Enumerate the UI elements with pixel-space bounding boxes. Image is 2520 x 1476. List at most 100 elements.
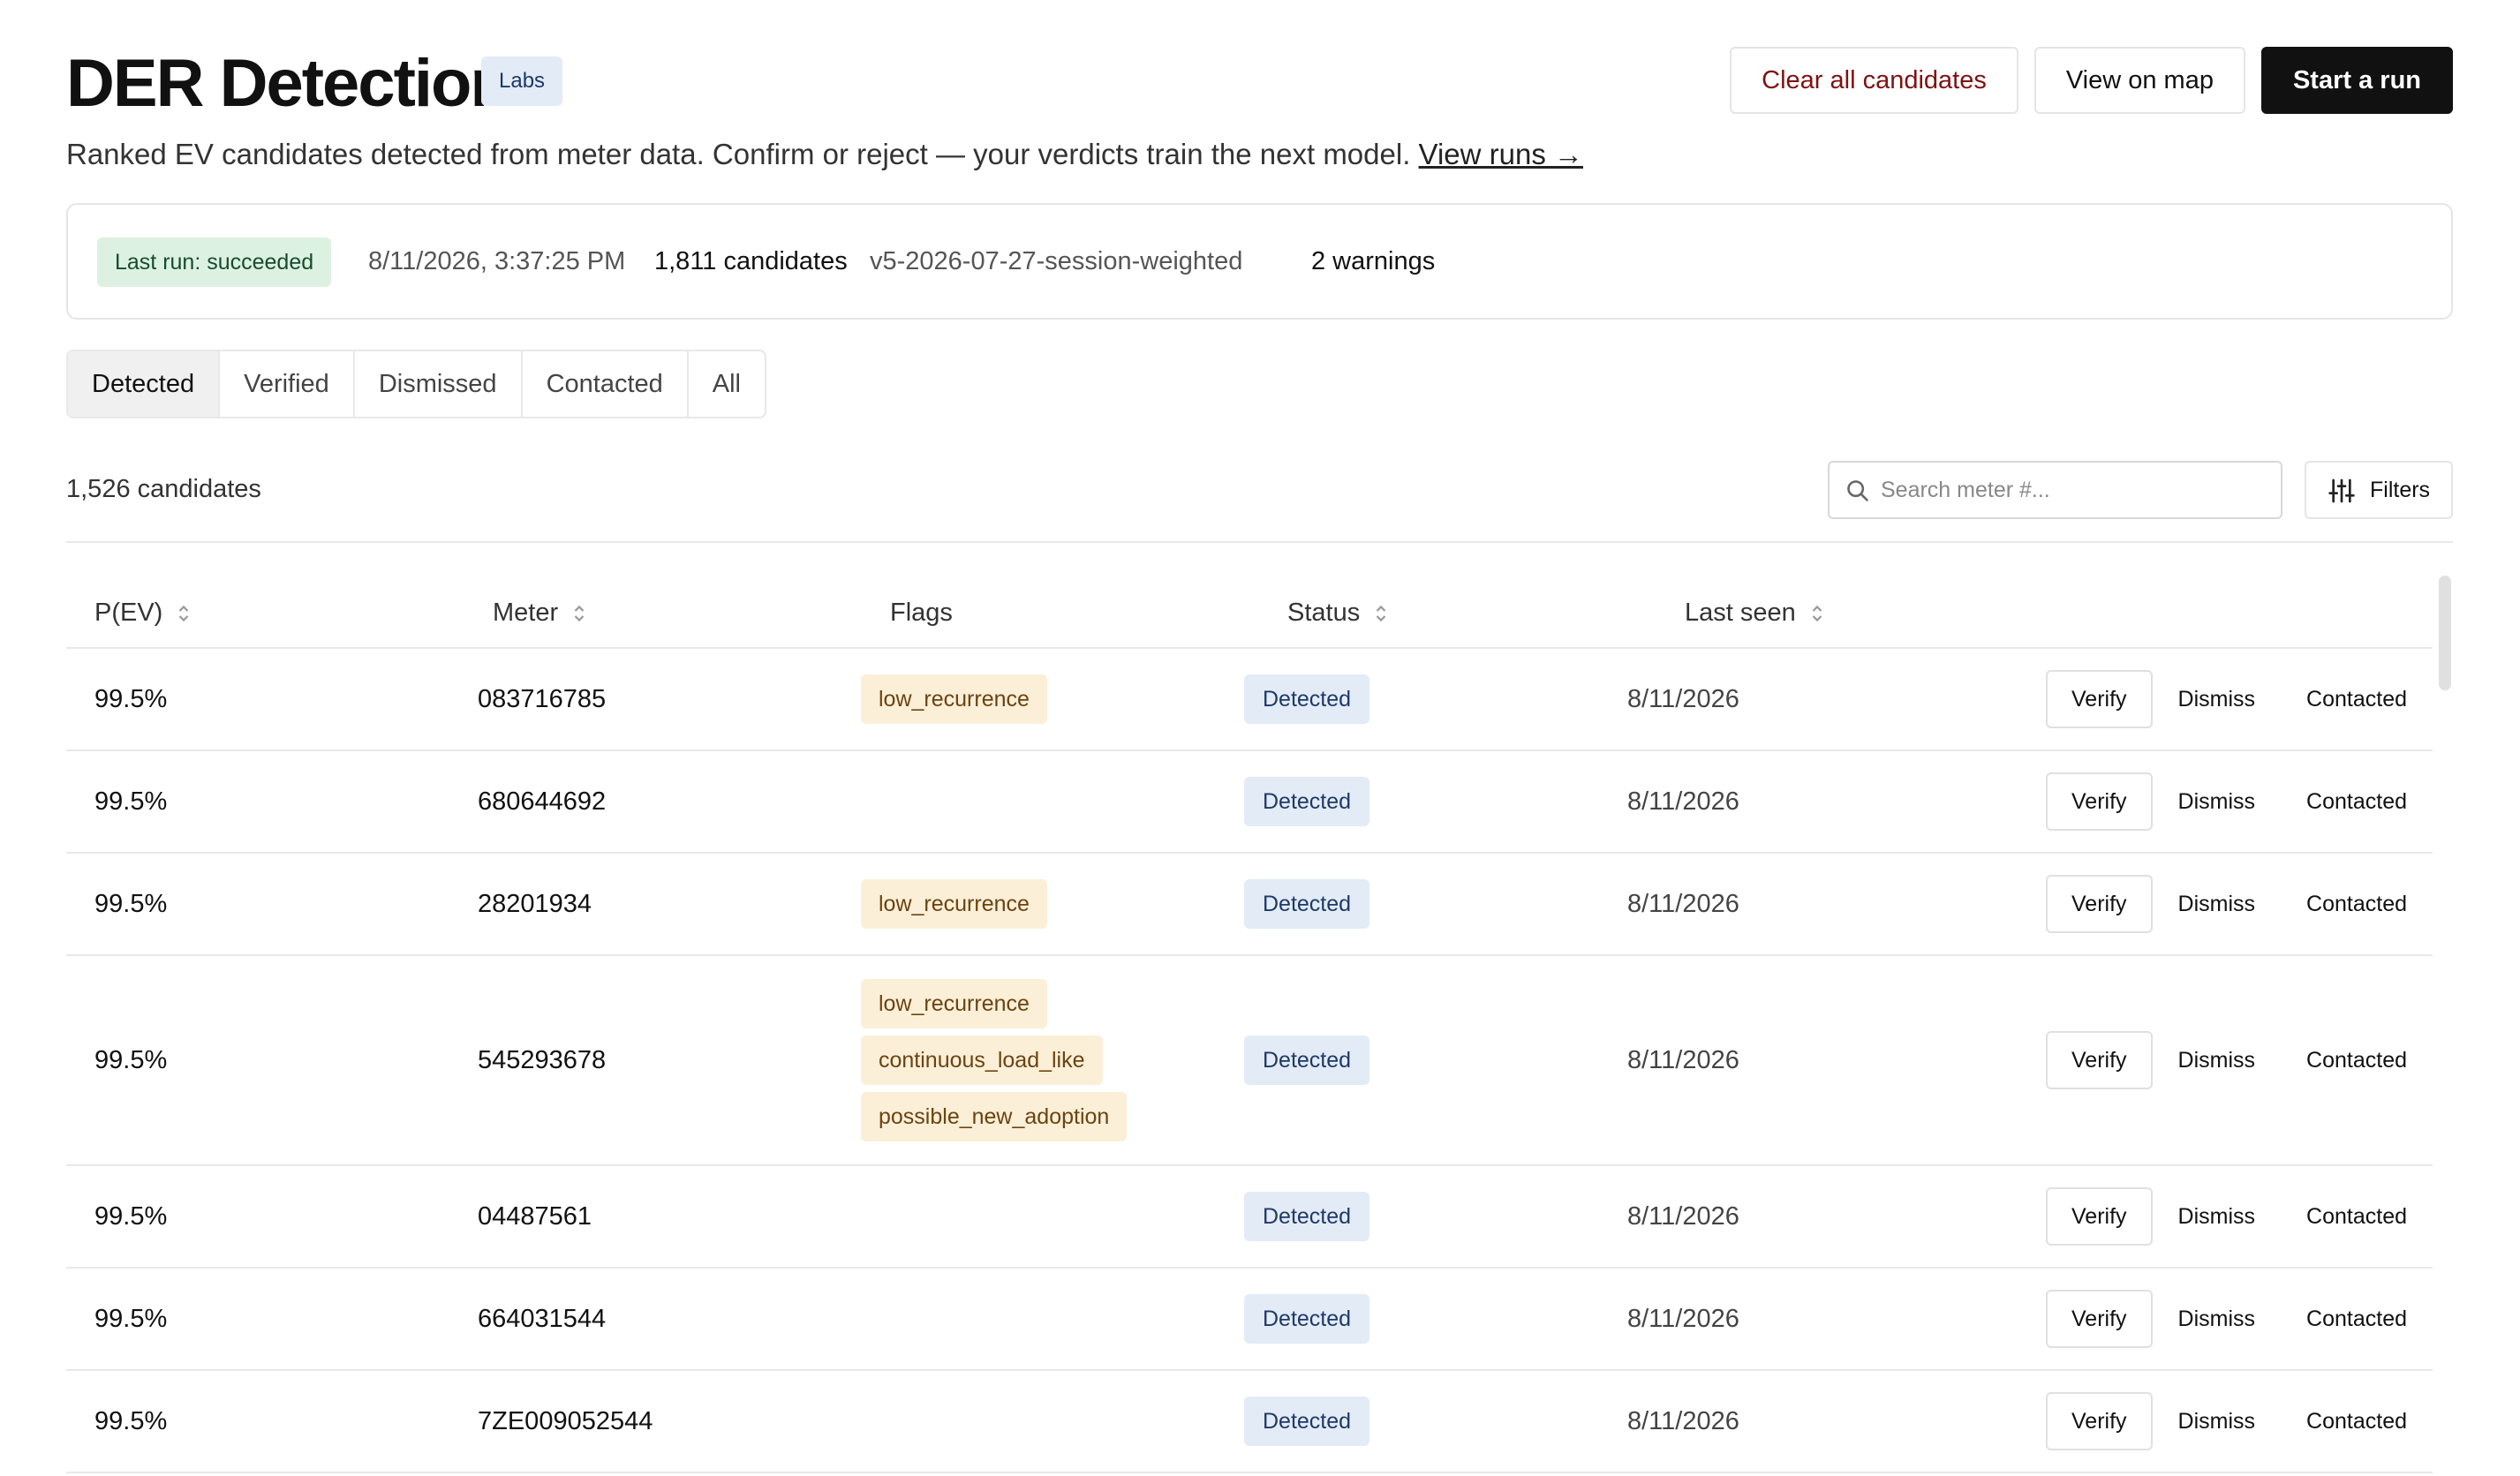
search-input[interactable] [1881, 463, 2269, 517]
last-seen-cell: 8/11/2026 [1627, 787, 1739, 816]
sort-icon [574, 606, 585, 622]
table-row: 99.5% 664031544 Detected 8/11/2026 Verify Dis… [66, 1269, 2433, 1371]
dismiss-button[interactable]: Dismiss [2153, 1187, 2282, 1246]
status-badge: Detected [1244, 1294, 1370, 1344]
search-icon [1847, 480, 1868, 501]
verify-button[interactable]: Verify [2046, 772, 2153, 831]
page-subtitle: Ranked EV candidates detected from meter… [66, 132, 1583, 177]
p-ev-cell: 99.5% [94, 889, 168, 918]
column-header-meter[interactable]: Meter [493, 578, 586, 647]
dismiss-button[interactable]: Dismiss [2153, 1031, 2282, 1089]
flag-badge: low_recurrence [861, 879, 1047, 929]
flag-badge: possible_new_adoption [861, 1092, 1128, 1141]
meter-cell: 083716785 [478, 684, 607, 713]
sort-icon [179, 606, 189, 622]
flag-badge: low_recurrence [861, 674, 1047, 724]
verify-button[interactable]: Verify [2046, 1290, 2153, 1348]
table-scrollbar[interactable] [2439, 576, 2451, 690]
page-title: DER Detection [66, 46, 511, 121]
row-actions: Verify Dismiss Contacted [2046, 649, 2433, 749]
status-cell: Detected [1244, 1269, 1370, 1369]
status-badge: Detected [1244, 879, 1370, 929]
header-actions: Clear all candidates View on map Start a… [1730, 47, 2453, 114]
view-runs-link[interactable]: View runs → [1419, 138, 1583, 170]
contacted-button[interactable]: Contacted [2281, 1392, 2433, 1450]
column-label: Meter [493, 599, 559, 627]
p-ev-cell: 99.5% [94, 1201, 168, 1231]
contacted-button[interactable]: Contacted [2281, 1290, 2433, 1348]
table-row: 99.5% 28201934 low_recurrence Detected 8/11/… [66, 854, 2433, 956]
run-warnings-link[interactable]: 2 warnings [1311, 205, 1435, 318]
meter-cell: 545293678 [478, 1045, 607, 1074]
subtitle-text: Ranked EV candidates detected from meter… [66, 138, 1411, 170]
clear-all-candidates-button[interactable]: Clear all candidates [1730, 47, 2018, 114]
dismiss-button[interactable]: Dismiss [2153, 772, 2282, 831]
contacted-button[interactable]: Contacted [2281, 670, 2433, 728]
row-actions: Verify Dismiss Contacted [2046, 1371, 2433, 1472]
status-badge: Detected [1244, 777, 1370, 826]
dismiss-button[interactable]: Dismiss [2153, 875, 2282, 933]
row-actions: Verify Dismiss Contacted [2046, 1269, 2433, 1369]
status-badge: Detected [1244, 674, 1370, 724]
last-seen-cell: 8/11/2026 [1627, 1045, 1739, 1074]
contacted-button[interactable]: Contacted [2281, 772, 2433, 831]
tab-detected[interactable]: Detected [68, 351, 221, 417]
candidates-table: P(EV) Meter Flags Status Last seen 99.5%… [66, 578, 2433, 1473]
status-cell: Detected [1244, 751, 1370, 852]
verify-button[interactable]: Verify [2046, 670, 2153, 728]
column-header-p-ev[interactable]: P(EV) [94, 578, 191, 647]
run-model-version: v5-2026-07-27-session-weighted [870, 247, 1243, 275]
flags-cell: low_recurrence [861, 649, 1047, 749]
view-on-map-button[interactable]: View on map [2033, 47, 2245, 114]
p-ev-cell: 99.5% [94, 1045, 168, 1074]
filters-button[interactable]: Filters [2305, 461, 2453, 519]
p-ev-cell: 99.5% [94, 1304, 168, 1333]
flag-badge: low_recurrence [861, 979, 1047, 1028]
status-cell: Detected [1244, 854, 1370, 954]
column-header-status[interactable]: Status [1287, 578, 1388, 647]
candidate-count: 1,526 candidates [66, 475, 261, 503]
dismiss-button[interactable]: Dismiss [2153, 670, 2282, 728]
last-seen-cell: 8/11/2026 [1627, 1406, 1739, 1435]
verify-button[interactable]: Verify [2046, 1031, 2153, 1089]
verify-button[interactable]: Verify [2046, 1392, 2153, 1450]
contacted-button[interactable]: Contacted [2281, 875, 2433, 933]
contacted-button[interactable]: Contacted [2281, 1031, 2433, 1089]
p-ev-cell: 99.5% [94, 1406, 168, 1435]
p-ev-cell: 99.5% [94, 787, 168, 816]
tab-dismissed[interactable]: Dismissed [355, 351, 523, 417]
meter-cell: 28201934 [478, 889, 592, 918]
page-header: DER Detection Labs Clear all candidates … [66, 44, 2453, 124]
flag-badge: continuous_load_like [861, 1035, 1103, 1085]
status-cell: Detected [1244, 1371, 1370, 1472]
status-cell: Detected [1244, 649, 1370, 749]
tab-verified[interactable]: Verified [220, 351, 355, 417]
row-actions: Verify Dismiss Contacted [2046, 956, 2433, 1164]
meter-cell: 04487561 [478, 1201, 592, 1231]
row-actions: Verify Dismiss Contacted [2046, 1166, 2433, 1267]
verify-button[interactable]: Verify [2046, 875, 2153, 933]
last-seen-cell: 8/11/2026 [1627, 1304, 1739, 1333]
contacted-button[interactable]: Contacted [2281, 1187, 2433, 1246]
status-badge: Detected [1244, 1192, 1370, 1241]
column-label: P(EV) [94, 599, 163, 627]
search-box[interactable] [1828, 461, 2282, 519]
verify-button[interactable]: Verify [2046, 1187, 2153, 1246]
tab-contacted[interactable]: Contacted [523, 351, 689, 417]
toolbar-divider [66, 541, 2453, 543]
row-actions: Verify Dismiss Contacted [2046, 854, 2433, 954]
p-ev-cell: 99.5% [94, 684, 168, 713]
last-run-summary: Last run: succeeded 8/11/2026, 3:37:25 P… [66, 203, 2453, 320]
dismiss-button[interactable]: Dismiss [2153, 1290, 2282, 1348]
table-row: 99.5% 680644692 Detected 8/11/2026 Verify Dis… [66, 751, 2433, 854]
flags-cell: low_recurrence continuous_load_likepossib… [861, 956, 1128, 1164]
table-row: 99.5% 7ZE009052544 Detected 8/11/2026 Verify… [66, 1371, 2433, 1473]
last-seen-cell: 8/11/2026 [1627, 1201, 1739, 1231]
column-header-last-seen[interactable]: Last seen [1685, 578, 1824, 647]
tab-all[interactable]: All [689, 351, 765, 417]
start-run-button[interactable]: Start a run [2260, 47, 2453, 114]
row-actions: Verify Dismiss Contacted [2046, 751, 2433, 852]
status-badge: Detected [1244, 1035, 1370, 1085]
dismiss-button[interactable]: Dismiss [2153, 1392, 2282, 1450]
run-datetime: 8/11/2026, 3:37:25 PM [368, 247, 626, 275]
